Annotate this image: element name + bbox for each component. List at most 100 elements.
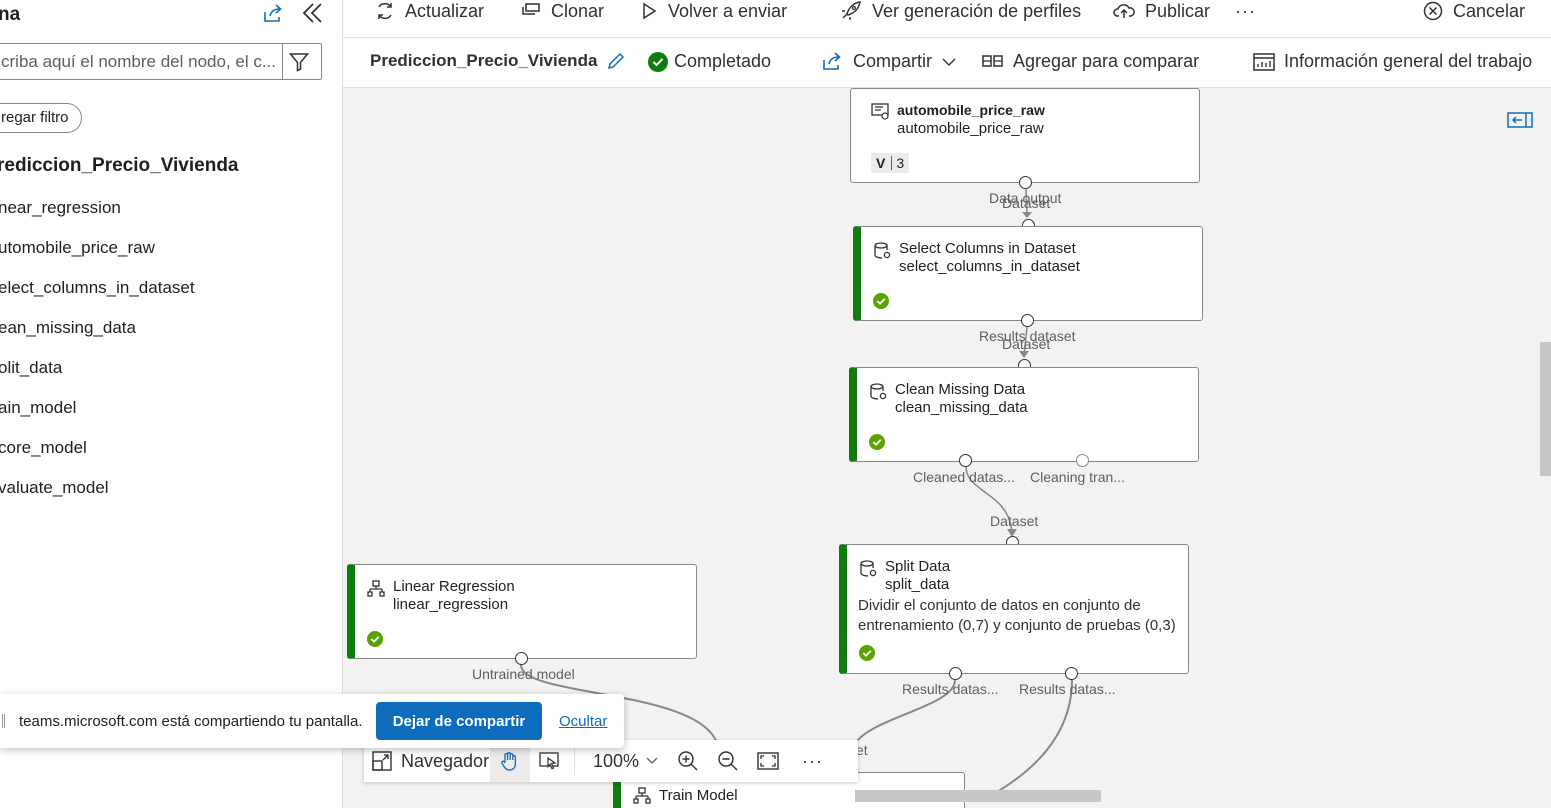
add-compare-label: Agregar para comparar <box>1013 51 1200 71</box>
hand-icon <box>501 752 517 771</box>
minimap-icon <box>372 751 392 771</box>
node-title: automobile_price_raw <box>897 102 1045 118</box>
node-automobile-price-raw[interactable]: automobile_price_raw automobile_price_ra… <box>850 88 1200 183</box>
node-subtitle: clean_missing_data <box>895 399 1028 416</box>
node-list-item[interactable]: core_model <box>0 436 195 476</box>
node-title: Train Model <box>659 787 738 804</box>
vertical-scrollbar[interactable] <box>1540 342 1551 476</box>
refresh-label: Actualizar <box>405 0 485 21</box>
pencil-icon <box>607 52 625 70</box>
dataset-icon <box>871 103 889 120</box>
share-job-button[interactable]: Compartir <box>821 51 956 72</box>
port-label: Dataset <box>1002 336 1051 352</box>
share-notification-text: teams.microsoft.com está compartiendo tu… <box>19 713 363 730</box>
navigator-label: Navegador <box>401 750 490 771</box>
port-label: Results datas... <box>1019 681 1116 697</box>
success-check-icon <box>873 293 889 309</box>
sidebar-title: na <box>0 4 21 25</box>
port-label: Cleaned datas... <box>913 469 1015 485</box>
share-job-label: Compartir <box>853 51 933 71</box>
version-number: 3 <box>896 155 905 171</box>
zoom-in-button[interactable] <box>677 740 699 782</box>
node-subtitle: split_data <box>885 576 950 593</box>
model-icon <box>367 580 385 597</box>
drag-handle[interactable] <box>2 714 5 728</box>
output-port[interactable] <box>959 454 972 467</box>
profiling-label: Ver generación de perfiles <box>872 0 1082 21</box>
node-list-item[interactable]: ean_missing_data <box>0 316 195 356</box>
cancel-button[interactable]: Cancelar <box>1423 0 1525 22</box>
node-clean-missing-data[interactable]: Clean Missing Data clean_missing_data <box>849 367 1199 462</box>
top-toolbar: Actualizar Clonar Volver a enviar Ver ge… <box>343 0 1551 38</box>
node-title: Linear Regression <box>393 578 515 595</box>
more-options-button[interactable]: ··· <box>802 740 823 782</box>
horizontal-scrollbar[interactable] <box>855 790 1101 802</box>
module-icon <box>874 242 891 259</box>
version-prefix: V <box>876 155 886 171</box>
node-list-item[interactable]: valuate_model <box>0 476 195 516</box>
cancel-icon <box>1423 1 1443 21</box>
node-select-columns[interactable]: Select Columns in Dataset select_columns… <box>853 226 1203 321</box>
output-port[interactable] <box>1021 314 1034 327</box>
refresh-button[interactable]: Actualizar <box>375 0 484 22</box>
model-icon <box>633 787 651 804</box>
check-circle-icon <box>648 51 668 72</box>
node-description: Dividir el conjunto de datos en conjunto… <box>858 597 1176 634</box>
resubmit-label: Volver a enviar <box>668 0 788 21</box>
resubmit-button[interactable]: Volver a enviar <box>640 0 787 22</box>
port-label: Cleaning tran... <box>1030 469 1125 485</box>
version-badge: V3 <box>871 153 910 173</box>
node-list-item[interactable]: utomobile_price_raw <box>0 236 195 276</box>
output-port[interactable] <box>515 652 528 665</box>
zoom-out-button[interactable] <box>717 740 739 782</box>
add-compare-button[interactable]: Agregar para comparar <box>982 51 1199 72</box>
divider <box>574 748 575 774</box>
fit-to-screen-button[interactable] <box>757 740 779 782</box>
stop-sharing-button[interactable]: Dejar de compartir <box>376 702 542 740</box>
job-overview-label: Información general del trabajo <box>1284 51 1533 71</box>
cancel-label: Cancelar <box>1453 0 1526 21</box>
publish-button[interactable]: Publicar <box>1113 0 1210 22</box>
node-title: Clean Missing Data <box>895 381 1026 398</box>
collapse-sidebar-icon[interactable] <box>301 1 325 25</box>
pipeline-name: rediccion_Precio_Vivienda <box>0 155 239 176</box>
node-list-item[interactable]: near_regression <box>0 196 195 236</box>
profiling-button[interactable]: Ver generación de perfiles <box>840 0 1081 22</box>
hide-link[interactable]: Ocultar <box>559 713 607 730</box>
output-port[interactable] <box>1019 176 1032 189</box>
node-search-input[interactable] <box>1 44 287 79</box>
filter-button[interactable] <box>282 44 315 79</box>
output-port[interactable] <box>1065 667 1078 680</box>
play-icon <box>643 2 657 20</box>
node-list-item[interactable]: olit_data <box>0 356 195 396</box>
edit-name-button[interactable] <box>606 51 626 71</box>
clone-button[interactable]: Clonar <box>521 0 604 22</box>
success-check-icon <box>869 434 885 450</box>
port-label: Untrained model <box>472 666 575 682</box>
add-filter-button[interactable]: regar filtro <box>0 103 82 133</box>
screen-share-notification: teams.microsoft.com está compartiendo tu… <box>0 694 624 748</box>
cloud-upload-icon <box>1113 4 1135 18</box>
node-list-item[interactable]: elect_columns_in_dataset <box>0 276 195 316</box>
node-title: Split Data <box>885 558 951 575</box>
node-list-item[interactable]: ain_model <box>0 396 195 436</box>
more-actions-button[interactable]: ··· <box>1235 0 1256 22</box>
node-subtitle: linear_regression <box>393 596 509 613</box>
node-subtitle: select_columns_in_dataset <box>899 258 1080 275</box>
output-port[interactable] <box>949 667 962 680</box>
zoom-in-icon <box>678 751 698 771</box>
node-linear-regression[interactable]: Linear Regression linear_regression <box>347 564 697 659</box>
rocket-icon <box>842 1 861 20</box>
output-port[interactable] <box>1076 454 1089 467</box>
expand-panel-icon[interactable] <box>1507 110 1533 130</box>
job-status-label: Completado <box>674 51 772 71</box>
node-title: Select Columns in Dataset <box>899 240 1076 257</box>
compare-icon <box>982 54 1003 67</box>
job-overview-button[interactable]: Información general del trabajo <box>1253 51 1532 72</box>
port-label: Dataset <box>990 513 1039 529</box>
share-icon <box>823 51 841 70</box>
zoom-level: 100% <box>593 750 640 771</box>
success-check-icon <box>367 631 383 647</box>
node-split-data[interactable]: Split Data split_data Dividir el conjunt… <box>839 544 1189 674</box>
share-icon[interactable] <box>262 4 284 24</box>
